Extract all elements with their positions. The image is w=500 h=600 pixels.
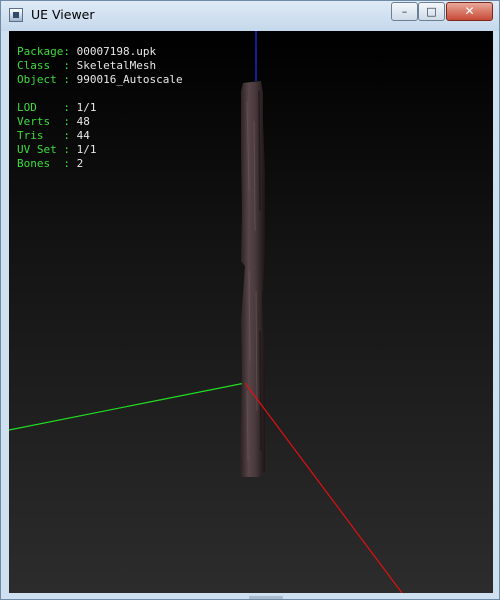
class-value: SkeletalMesh: [76, 59, 157, 72]
tris-value: 44: [76, 129, 90, 142]
class-row: Class : SkeletalMesh: [17, 59, 157, 72]
app-window: UE Viewer – □ ✕ Package: 00007198.upk Cl…: [0, 0, 500, 600]
object-value: 990016_Autoscale: [76, 73, 183, 86]
y-axis-line: [9, 382, 246, 431]
package-value: 00007198.upk: [76, 45, 157, 58]
lod-value: 1/1: [76, 101, 97, 114]
verts-row: Verts : 48: [17, 115, 90, 128]
tris-row: Tris : 44: [17, 129, 90, 142]
uvset-row: UV Set : 1/1: [17, 143, 97, 156]
package-row: Package: 00007198.upk: [17, 45, 157, 58]
close-button[interactable]: ✕: [446, 2, 493, 21]
bones-value: 2: [76, 157, 84, 170]
app-icon[interactable]: [9, 8, 23, 22]
window-title: UE Viewer: [31, 7, 95, 22]
object-row: Object : 990016_Autoscale: [17, 73, 183, 86]
verts-value: 48: [76, 115, 90, 128]
uvset-value: 1/1: [76, 143, 97, 156]
title-bar[interactable]: UE Viewer – □ ✕: [1, 1, 499, 31]
x-axis-line: [244, 382, 403, 593]
lod-row: LOD : 1/1: [17, 101, 97, 114]
resize-grip[interactable]: [249, 596, 283, 599]
minimize-button[interactable]: –: [391, 2, 418, 21]
3d-viewport[interactable]: Package: 00007198.upk Class : SkeletalMe…: [9, 31, 493, 593]
bones-row: Bones : 2: [17, 157, 84, 170]
mesh-info-overlay: Package: 00007198.upk Class : SkeletalMe…: [17, 45, 183, 171]
skeletal-mesh: [240, 81, 265, 477]
maximize-button[interactable]: □: [418, 2, 445, 21]
